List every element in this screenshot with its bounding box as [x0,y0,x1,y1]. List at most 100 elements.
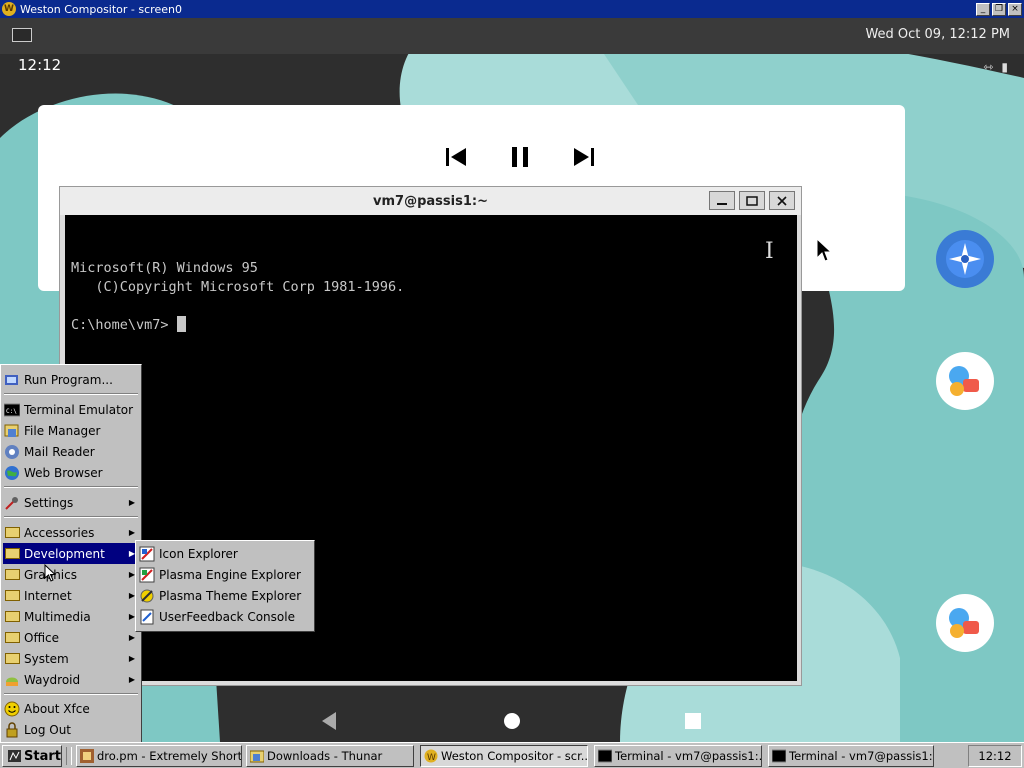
submenu-arrow-icon: ▶ [128,633,135,642]
weston-titlebar: W Weston Compositor - screen0 _ ❐ × [0,0,1024,18]
menu-separator [4,693,138,695]
next-track-icon[interactable] [572,145,596,169]
folder-icon [4,567,20,583]
weston-app-icon: W [2,2,16,16]
submenu-item-plasma-theme-explorer[interactable]: Plasma Theme Explorer [138,585,312,606]
file-manager-icon [4,423,20,439]
terminal-icon [772,749,786,763]
folder-icon [4,588,20,604]
maximize-icon [746,195,758,206]
text-cursor [176,316,186,332]
menu-label: UserFeedback Console [159,609,295,624]
menu-item-mail-reader[interactable]: Mail Reader [3,441,139,462]
plasma-theme-icon [139,588,155,604]
menu-label: Office [24,630,60,645]
submenu-item-plasma-engine-explorer[interactable]: Plasma Engine Explorer [138,564,312,585]
terminal-minimize-button[interactable] [709,191,735,210]
menu-label: Settings [24,495,74,510]
menu-separator [4,486,138,488]
start-button[interactable]: Start [2,745,62,767]
menu-item-graphics[interactable]: Graphics ▶ [3,564,139,585]
terminal-titlebar[interactable]: vm7@passis1:~ [60,187,801,215]
minimize-icon [717,202,727,205]
settings-icon [4,495,20,511]
data-arrows-icon: ⇿ [983,60,994,74]
taskbar-item-terminal-2[interactable]: Terminal - vm7@passis1:~ [768,745,934,767]
chat-app-icon-2[interactable] [936,594,994,652]
menu-label: Log Out [24,722,72,737]
menu-separator [4,516,138,518]
taskbar-item-terminal-1[interactable]: Terminal - vm7@passis1:... [594,745,762,767]
compass-icon [946,240,984,278]
taskbar-separator [66,747,72,765]
menu-item-terminal-emulator[interactable]: C:\ Terminal Emulator [3,399,139,420]
submenu-arrow-icon: ▶ [128,528,135,537]
back-icon[interactable] [322,712,336,730]
terminal-close-button[interactable] [769,191,795,210]
menu-label: Development [24,546,105,561]
screenshot-icon[interactable] [12,28,32,42]
taskbar-clock[interactable]: 12:12 [968,745,1022,767]
chat-app-icon-1[interactable] [936,352,994,410]
folder-icon [4,525,20,541]
menu-label: Accessories [24,525,95,540]
folder-icon [4,546,20,562]
chat-bubbles-icon [949,608,979,638]
taskbar-item-weston[interactable]: W Weston Compositor - scr... [420,745,588,767]
menu-label: Run Program... [24,372,113,387]
menu-item-file-manager[interactable]: File Manager [3,420,139,441]
terminal-line: Microsoft(R) Windows 95 [71,260,258,276]
recents-icon[interactable] [685,713,701,729]
home-icon[interactable] [504,713,520,729]
pause-icon[interactable] [508,145,532,169]
weston-minimize-button[interactable]: _ [976,2,990,16]
menu-item-log-out[interactable]: Log Out [3,719,139,740]
terminal-line: (C)Copyright Microsoft Corp 1981-1996. [71,279,405,295]
menu-item-internet[interactable]: Internet ▶ [3,585,139,606]
submenu-item-userfeedback-console[interactable]: UserFeedback Console [138,606,312,627]
menu-item-system[interactable]: System ▶ [3,648,139,669]
weston-restore-button[interactable]: ❐ [992,2,1006,16]
taskbar: Start dro.pm - Extremely Short ... Downl… [0,742,1024,768]
chat-bubbles-icon [949,366,979,396]
submenu-arrow-icon: ▶ [128,498,135,507]
folder-icon [4,630,20,646]
taskbar-item-thunar[interactable]: Downloads - Thunar [246,745,414,767]
battery-icon: ▮ [1001,60,1008,74]
folder-icon [4,609,20,625]
task-label: dro.pm - Extremely Short ... [97,749,242,763]
menu-label: Waydroid [24,672,81,687]
logout-icon [4,721,20,738]
weston-close-button[interactable]: × [1008,2,1022,16]
menu-label: Plasma Engine Explorer [159,567,301,582]
menu-label: Plasma Theme Explorer [159,588,302,603]
menu-label: About Xfce [24,701,90,716]
terminal-maximize-button[interactable] [739,191,765,210]
menu-item-waydroid[interactable]: Waydroid ▶ [3,669,139,690]
smiley-icon [4,701,20,717]
menu-item-about-xfce[interactable]: About Xfce [3,698,139,719]
close-icon [777,195,787,206]
menu-item-web-browser[interactable]: Web Browser [3,462,139,483]
menu-label: Terminal Emulator [24,402,134,417]
svg-text:W: W [427,753,436,763]
menu-item-office[interactable]: Office ▶ [3,627,139,648]
weston-icon: W [424,749,438,763]
menu-label: Web Browser [24,465,103,480]
menu-item-development[interactable]: Development ▶ [3,543,139,564]
taskbar-item-dropm[interactable]: dro.pm - Extremely Short ... [76,745,242,767]
terminal-icon [598,749,612,763]
previous-track-icon[interactable] [444,145,468,169]
menu-item-run-program[interactable]: Run Program... [3,369,139,390]
waydroid-icon [4,672,20,688]
menu-item-settings[interactable]: Settings ▶ [3,492,139,513]
submenu-item-icon-explorer[interactable]: Icon Explorer [138,543,312,564]
thunar-icon [250,750,264,763]
development-submenu: Icon Explorer Plasma Engine Explorer Pla… [135,540,315,632]
start-menu: Run Program... C:\ Terminal Emulator Fil… [0,364,142,744]
menu-item-accessories[interactable]: Accessories ▶ [3,522,139,543]
menu-item-multimedia[interactable]: Multimedia ▶ [3,606,139,627]
status-date: Wed Oct 09, 12:12 PM [865,27,1010,42]
navigation-app-icon[interactable] [936,230,994,288]
android-clock: 12:12 [18,56,62,74]
